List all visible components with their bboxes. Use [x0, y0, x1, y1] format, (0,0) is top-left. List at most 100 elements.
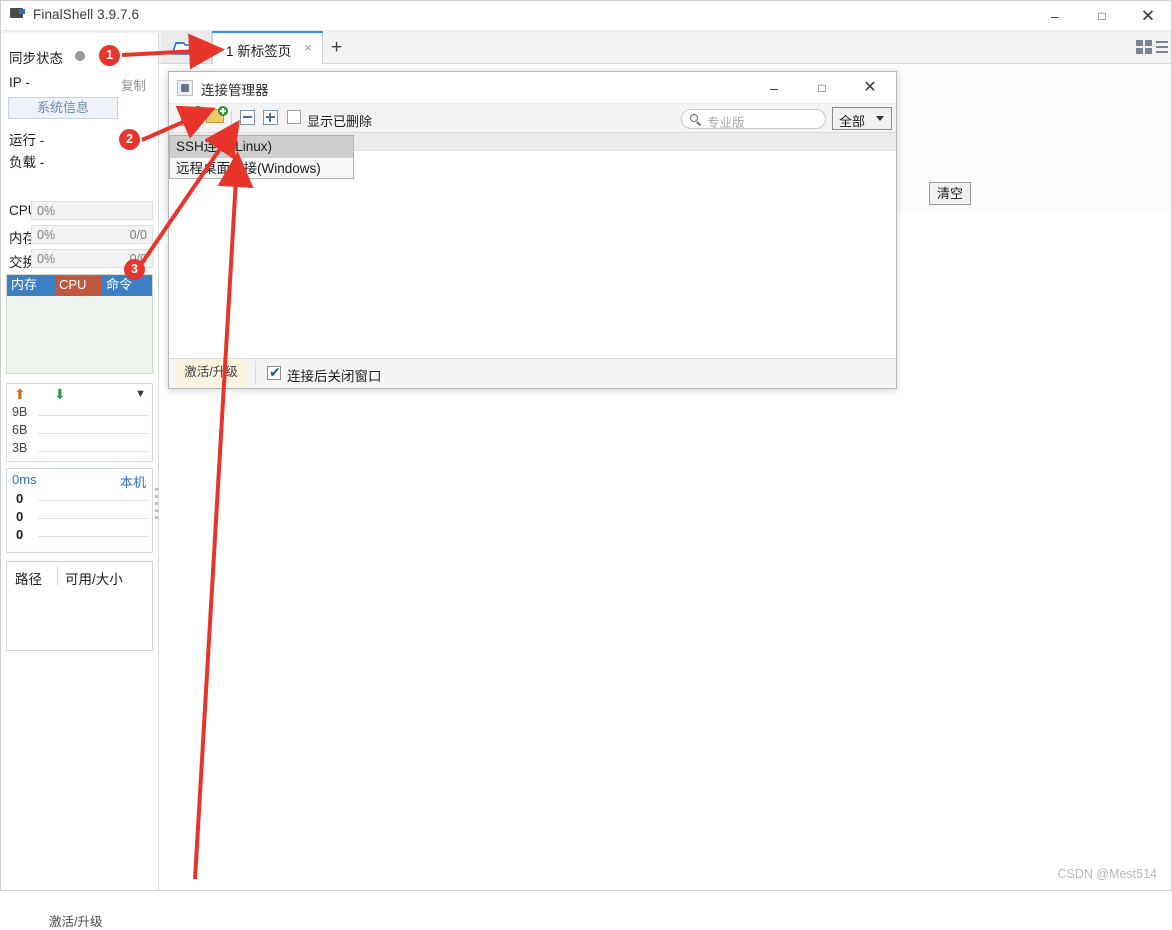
filter-dropdown[interactable]: 全部: [832, 107, 892, 130]
finalshell-main-window: FinalShell 3.9.7.6 – □ ✕ 1 新标签页 × + 清空 同…: [0, 0, 1172, 929]
close-after-connect-checkbox[interactable]: ✔: [267, 364, 281, 380]
ip-label: IP -: [9, 75, 30, 90]
dialog-toolbar: 显示已删除 专业版 全部: [169, 104, 896, 133]
chevron-down-icon[interactable]: ▼: [135, 389, 146, 400]
latency-y-tick: 0: [16, 509, 24, 524]
tab-label: 1 新标签页: [226, 44, 292, 59]
gridline: [39, 518, 147, 519]
show-deleted-label[interactable]: 显示已删除: [307, 111, 372, 130]
collapse-all-icon[interactable]: [240, 110, 255, 125]
search-input[interactable]: 专业版: [681, 109, 826, 130]
annotation-badge-2: 2: [119, 129, 140, 150]
open-folder-icon[interactable]: [161, 31, 212, 63]
new-connection-context-menu: SSH连接(Linux) 远程桌面连接(Windows): [169, 135, 354, 179]
window-maximize-button[interactable]: □: [1079, 1, 1125, 30]
tab-active-indicator: [212, 31, 323, 33]
load-label: 负载 -: [9, 155, 45, 170]
search-icon: [690, 114, 702, 126]
close-icon: ✕: [863, 78, 877, 96]
net-y-tick: 9B: [12, 405, 28, 419]
monitor-icon: [10, 8, 25, 21]
java-app-icon: [177, 80, 193, 96]
dialog-title: 连接管理器: [201, 83, 269, 98]
upload-arrow-icon: ⬆: [14, 386, 26, 402]
column-divider: [57, 566, 58, 585]
dialog-titlebar: 连接管理器 – □ ✕: [169, 72, 896, 104]
copy-ip-button[interactable]: 复制: [121, 75, 146, 94]
memory-percent: 0%: [37, 228, 56, 242]
dialog-minimize-button[interactable]: –: [750, 72, 798, 103]
latency-y-tick: 0: [16, 527, 24, 542]
rdp-connection-menu-item[interactable]: 远程桌面连接(Windows): [170, 158, 353, 180]
process-table[interactable]: 内存 CPU 命令: [6, 274, 153, 374]
system-info-button[interactable]: 系统信息: [8, 97, 118, 119]
maximize-icon: □: [1098, 8, 1106, 23]
net-y-tick: 3B: [12, 441, 28, 455]
annotation-badge-3: 3: [124, 259, 145, 280]
latency-value: 0ms: [12, 472, 37, 487]
toolbar-divider: [231, 111, 232, 127]
show-deleted-checkbox[interactable]: [287, 110, 301, 124]
checkmark-icon: ✔: [269, 364, 281, 380]
memory-meter: 0% 0/0: [31, 225, 153, 244]
dialog-footer: 激活/升级 ✔ 连接后关闭窗口: [169, 358, 896, 388]
window-minimize-button[interactable]: –: [1032, 1, 1078, 30]
clear-button[interactable]: 清空: [929, 182, 971, 205]
footer-divider: [255, 361, 256, 385]
dialog-close-button[interactable]: ✕: [846, 72, 894, 103]
cpu-meter: 0%: [31, 201, 153, 220]
gridline: [39, 451, 147, 452]
connection-manager-dialog: 连接管理器 – □ ✕ 显示已删除 专业版 全部 激活/升级 ✔ 连接后关闭窗口: [168, 71, 897, 389]
hamburger-menu-icon[interactable]: [1156, 41, 1168, 54]
latency-y-tick: 0: [16, 491, 24, 506]
tab-close-icon[interactable]: ×: [304, 40, 312, 55]
process-col-memory[interactable]: 内存: [7, 275, 55, 296]
new-folder-icon[interactable]: [206, 106, 228, 127]
disk-usage-table[interactable]: 路径 可用/大小: [6, 561, 153, 651]
chevron-down-icon: [876, 116, 884, 121]
uptime-label: 运行 -: [9, 133, 45, 148]
watermark: CSDN @Mest514: [1057, 867, 1157, 881]
process-col-cpu[interactable]: CPU: [55, 275, 102, 296]
close-after-connect-label[interactable]: 连接后关闭窗口: [287, 365, 382, 385]
tab-new-page[interactable]: 1 新标签页 ×: [212, 31, 323, 64]
tab-strip: 1 新标签页 × +: [1, 31, 1171, 64]
add-tab-button[interactable]: +: [331, 38, 342, 57]
sync-status-indicator: [75, 51, 85, 61]
window-close-button[interactable]: ✕: [1125, 1, 1171, 30]
net-y-tick: 6B: [12, 423, 28, 437]
disk-col-available-size: 可用/大小: [65, 572, 123, 587]
sidebar-scrollbar[interactable]: [155, 488, 158, 528]
sync-status-label: 同步状态: [9, 51, 63, 66]
gridline: [39, 415, 147, 416]
cpu-percent: 0%: [37, 204, 56, 218]
gridline: [39, 500, 147, 501]
network-traffic-graph: ⬆ ⬇ ▼ 9B 6B 3B: [6, 383, 153, 462]
memory-fraction: 0/0: [129, 228, 147, 242]
ssh-connection-menu-item[interactable]: SSH连接(Linux): [170, 136, 353, 158]
window-titlebar: FinalShell 3.9.7.6 – □ ✕: [1, 1, 1171, 31]
latency-host-label: 本机: [119, 475, 146, 490]
system-info-sidebar: 同步状态 IP - 复制 系统信息 运行 - 负载 - CPU 0% 内存 0%…: [1, 33, 159, 929]
gridline: [39, 433, 147, 434]
swap-percent: 0%: [37, 252, 56, 266]
annotation-badge-1: 1: [99, 45, 120, 66]
sidebar-activate-upgrade-label[interactable]: 激活/升级: [49, 911, 102, 930]
expand-all-icon[interactable]: [263, 110, 278, 125]
latency-graph: 0ms 本机 0 0 0: [6, 468, 153, 553]
process-col-command[interactable]: 命令: [102, 275, 152, 296]
download-arrow-icon: ⬇: [54, 386, 66, 402]
dialog-maximize-button[interactable]: □: [798, 72, 846, 103]
close-icon: ✕: [1140, 6, 1156, 25]
maximize-icon: □: [818, 80, 826, 95]
minimize-icon: –: [1051, 7, 1059, 24]
disk-col-path: 路径: [15, 572, 42, 587]
activate-upgrade-button[interactable]: 激活/升级: [175, 360, 247, 386]
app-title: FinalShell 3.9.7.6: [33, 7, 140, 22]
grid-view-icon[interactable]: [1136, 40, 1153, 55]
search-placeholder: 专业版: [707, 116, 745, 130]
gridline: [39, 536, 147, 537]
filter-selected-value: 全部: [839, 114, 866, 129]
new-connection-icon[interactable]: [181, 106, 203, 127]
minimize-icon: –: [770, 79, 778, 96]
